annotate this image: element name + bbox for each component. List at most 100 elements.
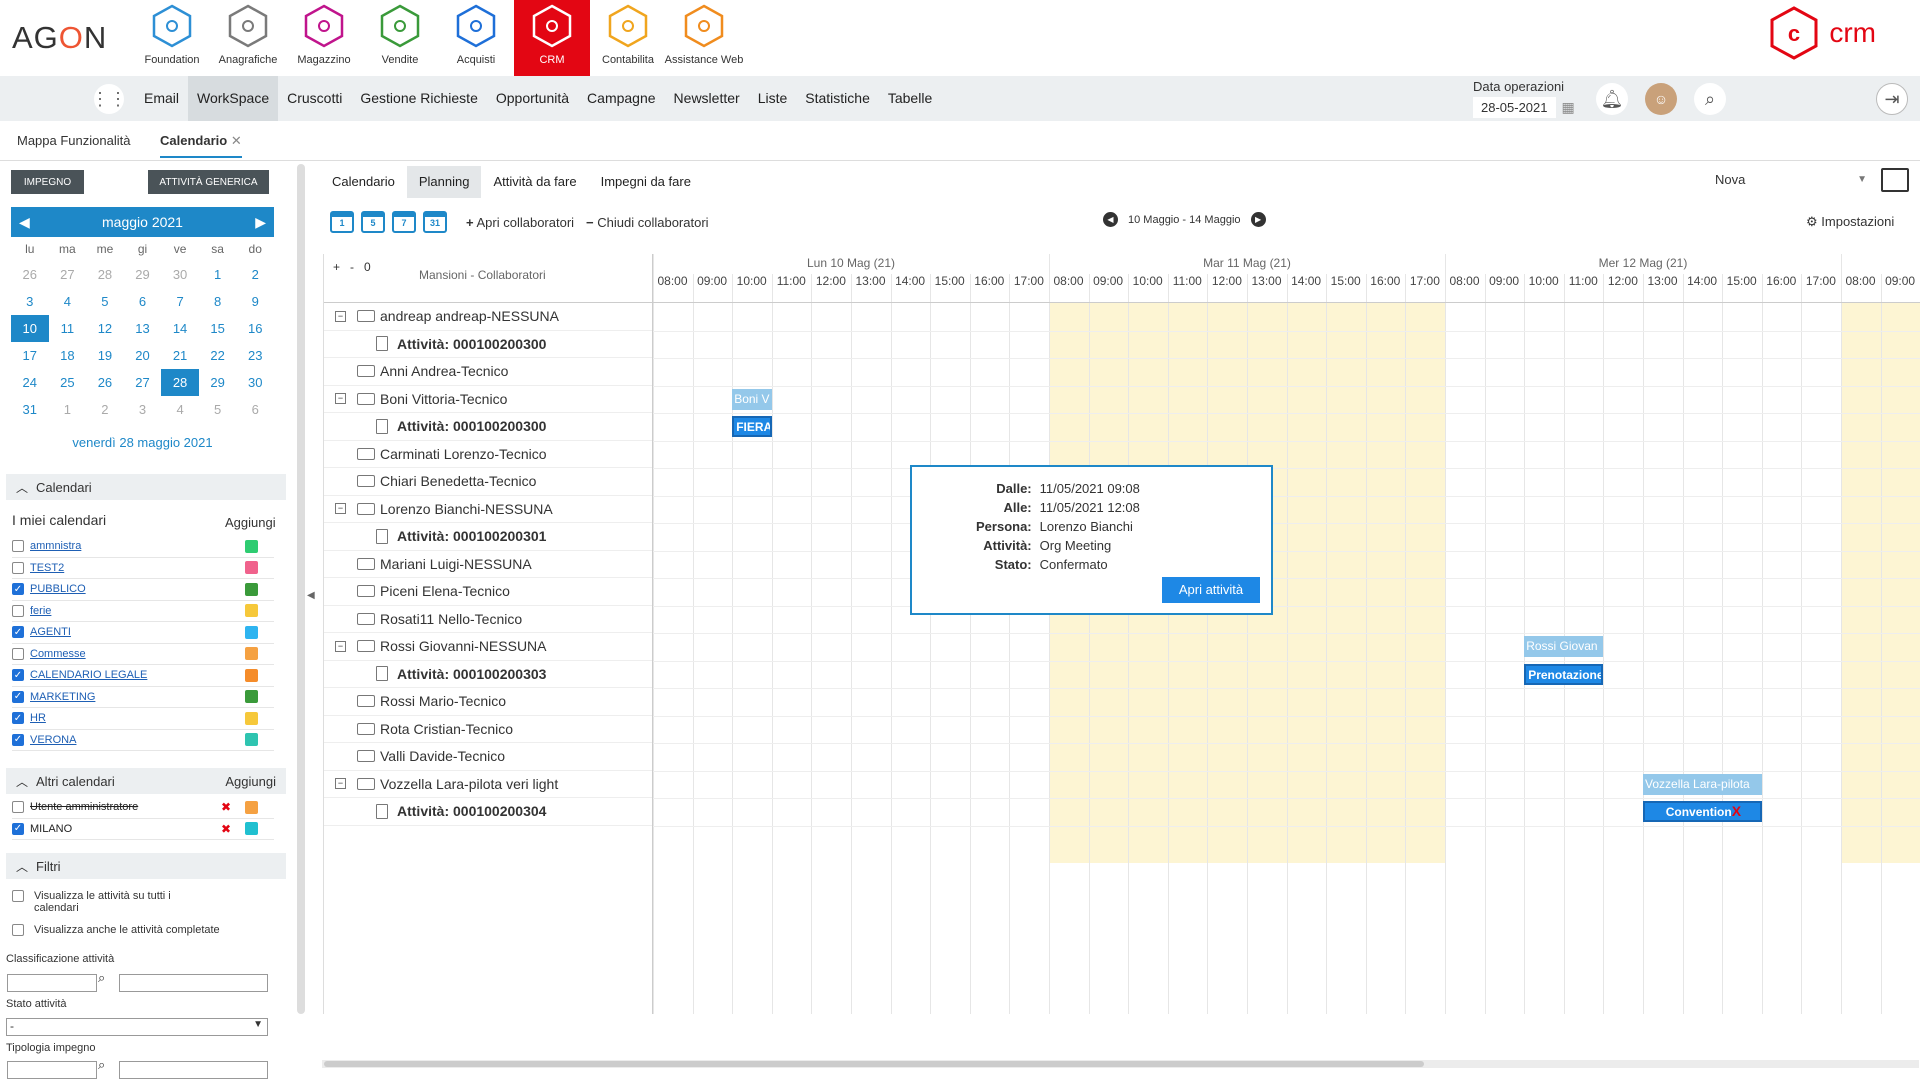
checkbox[interactable]: ✓	[12, 669, 24, 682]
mini-calendar-day[interactable]: 22	[199, 342, 237, 369]
color-swatch[interactable]	[245, 711, 258, 725]
filter-all-calendars[interactable]: Visualizza le attività su tutti i calend…	[12, 890, 212, 914]
remove-icon[interactable]: ✖	[221, 822, 231, 836]
menu-item-liste[interactable]: Liste	[749, 76, 797, 121]
checkbox[interactable]: ✓	[12, 733, 24, 746]
module-anagrafiche[interactable]: Anagrafiche	[210, 0, 286, 76]
mini-calendar-day[interactable]: 5	[86, 288, 124, 315]
data-operazioni-value[interactable]: 28-05-2021	[1473, 97, 1556, 118]
collaborator-row[interactable]: − Rossi Giovanni-NESSUNA	[324, 633, 652, 661]
mini-calendar-day[interactable]: 4	[49, 288, 87, 315]
attivita-generica-button[interactable]: ATTIVITÀ GENERICA	[148, 170, 269, 194]
collaborator-row[interactable]: − Boni Vittoria-Tecnico	[324, 386, 652, 413]
next-week-icon[interactable]: ▶	[1250, 212, 1266, 227]
activity-row[interactable]: Attività: 000100200304	[324, 798, 652, 826]
checkbox[interactable]: ✓	[12, 822, 24, 835]
activity-event[interactable]: PrenotazioneX	[1524, 663, 1604, 685]
apri-attivita-button[interactable]: Apri attività	[1162, 577, 1260, 603]
tipologia-code-input[interactable]	[7, 1061, 97, 1079]
next-month-icon[interactable]: ▶	[255, 214, 266, 231]
mini-calendar-day[interactable]: 6	[124, 288, 162, 315]
view-tab-attivit-da-fare[interactable]: Attività da fare	[481, 166, 588, 198]
mini-calendar-day[interactable]: 19	[86, 342, 124, 369]
tab-calendario[interactable]: Calendario ✕	[160, 133, 242, 158]
close-tab-icon[interactable]: ✕	[231, 133, 242, 148]
mini-calendar-day[interactable]: 1	[49, 396, 87, 423]
mini-calendar-day[interactable]: 24	[11, 369, 49, 396]
mini-calendar-day[interactable]: 20	[124, 342, 162, 369]
collaborator-row[interactable]: − Lorenzo Bianchi-NESSUNA	[324, 496, 652, 523]
calendar-link[interactable]: ferie	[30, 605, 245, 617]
menu-item-cruscotti[interactable]: Cruscotti	[278, 76, 351, 121]
impegno-button[interactable]: IMPEGNO	[11, 170, 84, 194]
module-crm[interactable]: CRM	[514, 0, 590, 76]
mini-calendar-day[interactable]: 3	[11, 288, 49, 315]
mini-calendar-day[interactable]: 27	[124, 369, 162, 396]
mini-calendar-day[interactable]: 14	[161, 315, 199, 342]
mini-calendar-day[interactable]: 17	[11, 342, 49, 369]
calendar-link[interactable]: HR	[30, 712, 245, 724]
view-tab-calendario[interactable]: Calendario	[320, 166, 407, 198]
color-swatch[interactable]	[245, 822, 258, 836]
collapse-icon[interactable]: −	[335, 310, 346, 322]
mini-calendar-day[interactable]: 27	[49, 261, 87, 288]
module-assistance-web[interactable]: Assistance Web	[665, 0, 743, 76]
view-tab-planning[interactable]: Planning	[406, 166, 482, 198]
mini-calendar-day[interactable]: 30	[161, 261, 199, 288]
collaborator-row[interactable]: Rota Cristian-Tecnico	[324, 716, 652, 743]
mini-calendar-day[interactable]: 15	[199, 315, 237, 342]
mini-calendar-day[interactable]: 13	[124, 315, 162, 342]
classificazione-code-input[interactable]	[7, 974, 97, 992]
stato-select[interactable]: - ▼	[6, 1018, 268, 1036]
impostazioni-button[interactable]: ⚙ Impostazioni	[1806, 214, 1894, 230]
mini-calendar-day[interactable]: 16	[236, 315, 274, 342]
mini-calendar-day[interactable]: 6	[236, 396, 274, 423]
menu-item-workspace[interactable]: WorkSpace	[188, 76, 279, 121]
collaborator-row[interactable]: Rosati11 Nello-Tecnico	[324, 606, 652, 633]
menu-item-campagne[interactable]: Campagne	[578, 76, 665, 121]
search-icon[interactable]: ⌕	[98, 970, 105, 986]
calendar-link[interactable]: TEST2	[30, 562, 245, 574]
mini-calendar-day[interactable]: 28	[86, 261, 124, 288]
module-foundation[interactable]: Foundation	[134, 0, 210, 76]
collaborator-row[interactable]: Carminati Lorenzo-Tecnico	[324, 441, 652, 468]
mini-calendar-day[interactable]: 2	[236, 261, 274, 288]
collaborator-row[interactable]: − andreap andreap-NESSUNA	[324, 303, 652, 331]
fullscreen-icon[interactable]	[1881, 168, 1909, 192]
mini-calendar-day[interactable]: 1	[199, 261, 237, 288]
mini-calendar-day[interactable]: 2	[86, 396, 124, 423]
collaborator-row[interactable]: Chiari Benedetta-Tecnico	[324, 468, 652, 496]
module-acquisti[interactable]: Acquisti	[438, 0, 514, 76]
checkbox[interactable]	[12, 647, 24, 660]
month-view-icon[interactable]: 31	[423, 211, 447, 233]
mini-calendar-day[interactable]: 3	[124, 396, 162, 423]
logout-icon[interactable]: ⇥	[1876, 83, 1908, 115]
color-swatch[interactable]	[245, 561, 258, 575]
mini-calendar-day[interactable]: 8	[199, 288, 237, 315]
mini-calendar-day[interactable]: 26	[11, 261, 49, 288]
collaborator-event[interactable]: Vozzella Lara-pilota	[1643, 773, 1762, 795]
mini-calendar-selected-date[interactable]: venerdì 28 maggio 2021	[11, 435, 274, 450]
mini-calendar-day[interactable]: 31	[11, 396, 49, 423]
mini-calendar-day[interactable]: 10	[11, 315, 49, 342]
scrollbar-thumb[interactable]	[324, 1061, 1424, 1067]
mini-calendar-day[interactable]: 18	[49, 342, 87, 369]
altri-calendari-section-header[interactable]: ︿ Altri calendari Aggiungi	[6, 768, 286, 794]
activity-event[interactable]: FIERAX	[732, 416, 772, 437]
collaborator-row[interactable]: Mariani Luigi-NESSUNA	[324, 551, 652, 578]
mini-calendar-day[interactable]: 11	[49, 315, 87, 342]
week-view-icon[interactable]: 7	[392, 211, 416, 233]
menu-item-statistiche[interactable]: Statistiche	[796, 76, 879, 121]
menu-item-email[interactable]: Email	[135, 76, 188, 121]
checkbox[interactable]	[12, 801, 24, 814]
avatar[interactable]: ☺	[1645, 83, 1677, 115]
collapse-left-icon[interactable]: ◀	[307, 590, 315, 601]
checkbox[interactable]	[12, 604, 24, 617]
mini-calendar-day[interactable]: 26	[86, 369, 124, 396]
calendar-link[interactable]: CALENDARIO LEGALE	[30, 669, 245, 681]
mini-calendar-day[interactable]: 25	[49, 369, 87, 396]
mini-calendar-day[interactable]: 5	[199, 396, 237, 423]
calendar-link[interactable]: MILANO	[30, 823, 221, 835]
prev-week-icon[interactable]: ◀	[1103, 212, 1118, 227]
apri-collaboratori-button[interactable]: + Apri collaboratori	[466, 215, 574, 230]
